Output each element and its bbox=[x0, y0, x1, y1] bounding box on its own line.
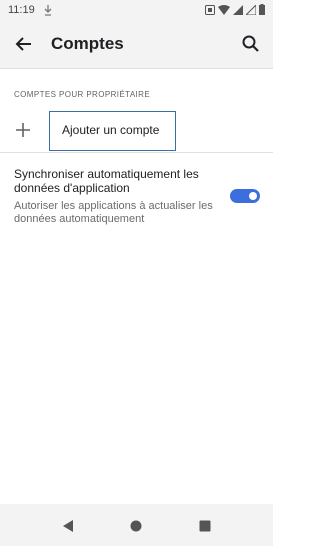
signal-icon-2 bbox=[246, 4, 256, 15]
search-icon[interactable] bbox=[241, 34, 261, 54]
signal-icon bbox=[233, 4, 243, 15]
section-header: COMPTES POUR PROPRIÉTAIRE bbox=[14, 90, 151, 99]
toggle-thumb bbox=[249, 192, 257, 200]
add-account-button[interactable]: Ajouter un compte bbox=[49, 111, 176, 151]
auto-sync-title: Synchroniser automatiquement les données… bbox=[14, 167, 199, 195]
app-notification-icon bbox=[205, 4, 215, 15]
add-account-label: Ajouter un compte bbox=[62, 123, 160, 137]
app-bar-divider bbox=[0, 68, 273, 69]
nav-home-icon[interactable] bbox=[130, 519, 142, 532]
auto-sync-summary: Autoriser les applications à actualiser … bbox=[14, 200, 213, 225]
section-divider bbox=[0, 152, 273, 153]
page-title: Comptes bbox=[51, 34, 124, 53]
status-time: 11:19 bbox=[8, 4, 35, 16]
arrow-back-icon[interactable] bbox=[14, 34, 34, 54]
nav-recent-icon[interactable] bbox=[199, 519, 211, 532]
app-bar: Comptes bbox=[0, 22, 273, 68]
wifi-icon bbox=[218, 4, 230, 15]
navigation-bar bbox=[0, 504, 273, 546]
status-icons bbox=[205, 4, 265, 15]
add-account-row[interactable]: Ajouter un compte bbox=[0, 110, 273, 152]
status-bar: 11:19 bbox=[0, 0, 273, 22]
plus-icon bbox=[14, 121, 32, 139]
auto-sync-toggle[interactable] bbox=[230, 189, 260, 203]
auto-sync-row[interactable]: Synchroniser automatiquement les données… bbox=[0, 158, 273, 238]
battery-icon bbox=[259, 4, 265, 15]
nav-back-icon[interactable] bbox=[62, 519, 74, 532]
download-icon bbox=[44, 4, 52, 19]
